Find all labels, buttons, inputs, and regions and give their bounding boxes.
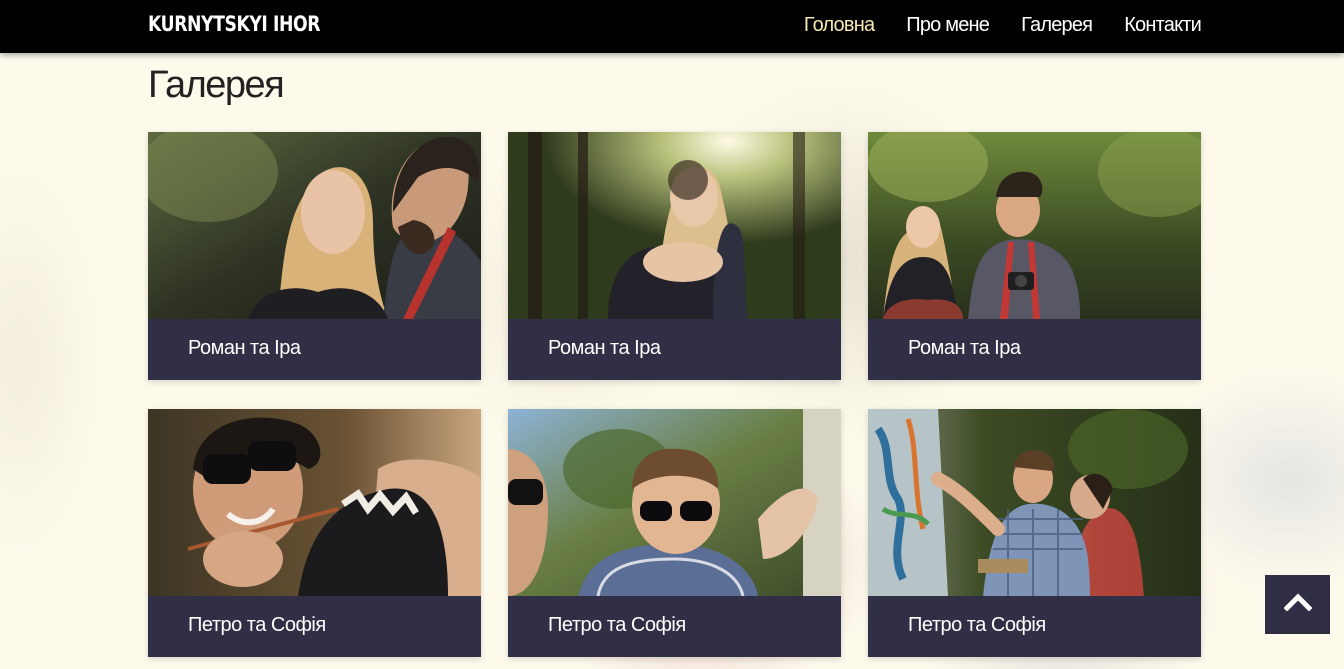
nav-link-gallery[interactable]: Галерея: [1021, 14, 1093, 37]
card-caption: Петро та Софія: [548, 614, 686, 636]
scroll-to-top-button[interactable]: [1265, 575, 1330, 634]
card-caption: Роман та Іра: [188, 337, 301, 359]
couple-forest-sunlight-photo: [508, 132, 841, 319]
couple-embrace-photo: [148, 132, 481, 319]
gallery-card[interactable]: Петро та Софія: [508, 409, 841, 657]
brand-logo[interactable]: KURNYTSKYI IHOR: [148, 12, 321, 36]
card-caption: Петро та Софія: [188, 614, 326, 636]
gallery-card[interactable]: Роман та Іра: [148, 132, 481, 380]
couple-painting-wall-photo: [868, 409, 1201, 596]
card-caption: Роман та Іра: [908, 337, 1021, 359]
nav-link-contacts[interactable]: Контакти: [1124, 14, 1202, 37]
nav-link-about[interactable]: Про мене: [906, 14, 990, 37]
page-title: Галерея: [148, 64, 285, 106]
gallery-card[interactable]: Роман та Іра: [868, 132, 1201, 380]
woman-sunglasses-painting-photo: [148, 409, 481, 596]
gallery-card[interactable]: Петро та Софія: [148, 409, 481, 657]
card-caption: Роман та Іра: [548, 337, 661, 359]
chevron-up-icon: [1282, 593, 1313, 616]
gallery-card[interactable]: Роман та Іра: [508, 132, 841, 380]
gallery-card[interactable]: Петро та Софія: [868, 409, 1201, 657]
gallery-grid: Роман та Іра Роман та Іра Роман та Іра П…: [148, 132, 1201, 657]
nav-link-home[interactable]: Головна: [804, 14, 875, 37]
couple-holding-hands-photo: [868, 132, 1201, 319]
main-nav: Головна Про мене Галерея Контакти: [804, 14, 1202, 37]
card-caption: Петро та Софія: [908, 614, 1046, 636]
top-navbar: KURNYTSKYI IHOR Головна Про мене Галерея…: [0, 0, 1344, 53]
man-sunglasses-painting-photo: [508, 409, 841, 596]
